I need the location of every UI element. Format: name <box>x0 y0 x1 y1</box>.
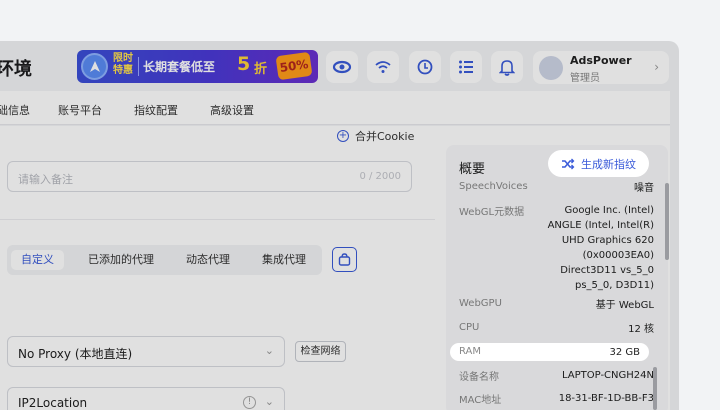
proxy-store-button[interactable] <box>332 247 357 272</box>
summary-panel: 概要 SpeechVoices 噪音 WebGL元数据 Google Inc. (… <box>446 145 668 410</box>
check-network-button[interactable]: 检查网络 <box>295 341 346 362</box>
promo-badge: 50% <box>275 51 313 81</box>
sync-eye-button[interactable] <box>326 51 358 83</box>
notification-button[interactable] <box>491 51 523 83</box>
info-icon: ! <box>243 396 256 409</box>
tab-saved-proxy[interactable]: 已添加的代理 <box>88 250 154 270</box>
bell-icon <box>499 59 515 76</box>
network-button[interactable] <box>367 51 399 83</box>
summary-row-ram: RAM 32 GB <box>450 343 649 361</box>
eye-icon <box>332 60 352 74</box>
tab-fingerprint[interactable]: 指纹配置 <box>134 102 178 118</box>
page-title: 环境 <box>0 59 32 80</box>
promo-number: 5 <box>237 53 251 75</box>
avatar <box>539 56 563 80</box>
refresh-icon <box>417 59 433 75</box>
tab-dynamic-proxy[interactable]: 动态代理 <box>186 250 230 270</box>
plus-icon: + <box>337 130 349 142</box>
tab-account-platform[interactable]: 账号平台 <box>58 102 102 118</box>
shuffle-icon <box>562 158 575 169</box>
summary-row: WebGL元数据 Google Inc. (Intel) ANGLE (Inte… <box>459 205 654 291</box>
wifi-icon <box>375 61 391 73</box>
chevron-down-icon: ⌄ <box>264 395 274 408</box>
bag-icon <box>338 253 351 266</box>
chevron-right-icon: › <box>654 60 659 74</box>
note-counter: 0 / 2000 <box>359 171 401 182</box>
proxy-select[interactable]: No Proxy (本地直连) ⌄ <box>7 336 285 367</box>
page-scrollbar[interactable] <box>653 367 657 410</box>
tab-basic-info[interactable]: 础信息 <box>0 102 30 118</box>
chevron-down-icon: ⌄ <box>264 344 274 357</box>
panel-scrollbar[interactable] <box>665 183 669 260</box>
list-icon <box>459 60 473 74</box>
settings-tabs: 础信息 账号平台 指纹配置 高级设置 <box>0 91 670 125</box>
tab-advanced[interactable]: 高级设置 <box>210 102 254 118</box>
promo-text: 长期套餐低至 <box>143 60 216 74</box>
task-list-button[interactable] <box>450 51 482 83</box>
user-name: AdsPower <box>570 54 632 67</box>
tab-integrated-proxy[interactable]: 集成代理 <box>262 250 306 270</box>
panel-title: 概要 <box>459 162 486 177</box>
note-placeholder: 请输入备注 <box>18 173 73 186</box>
promo-banner[interactable]: 限时 特惠 长期套餐低至 5 折 50% <box>77 50 318 83</box>
ip-checker-select[interactable]: IP2Location ! ⌄ <box>7 387 285 410</box>
generate-fingerprint-button[interactable]: 生成新指纹 <box>548 150 649 177</box>
promo-unit: 折 <box>254 62 268 77</box>
tab-custom-proxy[interactable]: 自定义 <box>11 250 64 270</box>
sync-button[interactable] <box>409 51 441 83</box>
rocket-icon <box>81 53 108 80</box>
proxy-type-tabs: 自定义 已添加的代理 动态代理 集成代理 <box>7 245 322 275</box>
merge-cookie-button[interactable]: + 合并Cookie <box>337 128 414 144</box>
title-bar: 环境 限时 特惠 长期套餐低至 5 折 50% AdsPower 管理员 › <box>0 41 679 91</box>
user-menu[interactable]: AdsPower 管理员 › <box>533 51 669 84</box>
user-role: 管理员 <box>570 73 600 84</box>
promo-tag: 限时 特惠 <box>113 53 133 76</box>
note-input[interactable]: 请输入备注 0 / 2000 <box>7 161 412 192</box>
